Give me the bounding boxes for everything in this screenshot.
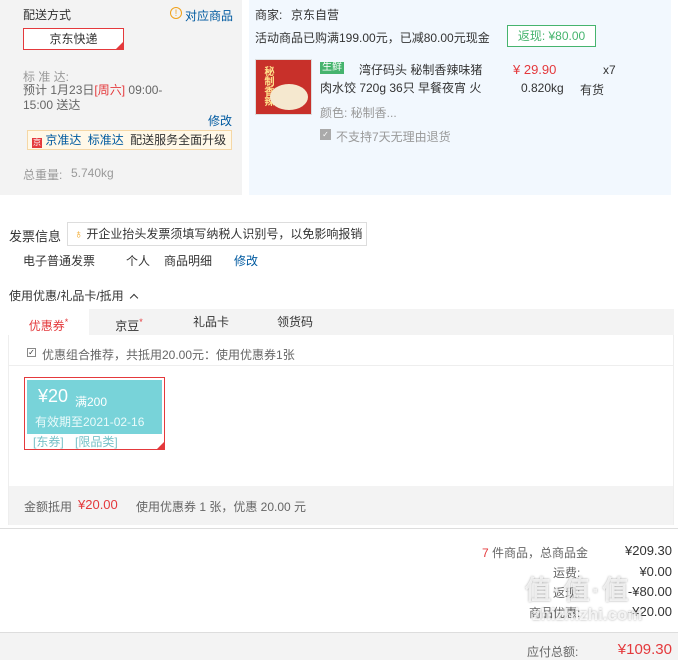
coupon-amount: ¥20	[38, 386, 69, 406]
upgrade-text: 配送服务全面升级	[130, 133, 227, 147]
coupon-condition: 满200	[75, 395, 108, 409]
seller-label: 商家:	[255, 8, 283, 22]
chevron-up-icon	[129, 293, 139, 303]
product-color: 颜色: 秘制香...	[320, 106, 397, 120]
payable-label: 应付总额:	[527, 645, 579, 659]
discount-toggle[interactable]: 使用优惠/礼品卡/抵用	[9, 287, 139, 304]
product-price: ¥ 29.90	[513, 62, 557, 77]
freight-label: 运费:	[553, 566, 581, 580]
deduct-desc: 使用优惠券 1 张，优惠 20.00 元	[136, 500, 307, 514]
freight-value: ¥0.00	[639, 564, 672, 579]
coupon-tag-category: [限品类]	[75, 435, 118, 449]
tab-redeem-code-label: 领货码	[276, 315, 313, 329]
estimate-prefix: 预计	[23, 83, 48, 97]
tab-jingdou[interactable]: 京豆*	[89, 309, 169, 335]
deduct-row: 金额抵用 ¥20.00 使用优惠券 1 张，优惠 20.00 元	[9, 486, 673, 525]
invoice-notice: ♁ 开企业抬头发票须填写纳税人识别号，以免影响报销	[67, 222, 367, 246]
shipping-modify-link[interactable]: 修改	[208, 112, 232, 129]
jzd-icon: 京	[32, 138, 42, 148]
coupon-header: ¥20 满200 有效期至2021-02-16	[27, 380, 162, 434]
combo-checkbox[interactable]: ✓	[27, 348, 36, 357]
payable-value: ¥109.30	[617, 641, 672, 658]
deduct-value: ¥20.00	[78, 497, 118, 512]
jd-express-label: 京东快递	[49, 32, 98, 46]
delivery-time-start: 09:00-	[128, 83, 163, 97]
dumpling-image	[270, 84, 308, 110]
weight-value: 5.740kg	[71, 166, 114, 180]
delivery-weekday: [周六]	[94, 83, 126, 97]
coupon-tag-dongquan: [东券]	[33, 435, 64, 449]
combo-text: 优惠组合推荐，共抵用20.00元：使用优惠券1张	[42, 348, 295, 362]
weight-label: 总重量:	[23, 168, 63, 182]
invoice-type: 电子普通发票	[23, 254, 96, 268]
product-title-line1[interactable]: 湾仔码头 秘制香辣味猪	[359, 61, 482, 78]
tab-redeem-code[interactable]: 领货码	[253, 309, 337, 335]
payable-bar: 应付总额: ¥109.30	[0, 632, 678, 660]
product-weight: 0.820kg	[521, 81, 564, 95]
invoice-title: 发票信息	[9, 229, 62, 244]
jzd-upgrade-banner: 京 京准达 标准达 配送服务全面升级	[27, 130, 232, 150]
promo-text: 活动商品已购满199.00元，已减80.00元现金	[255, 31, 490, 45]
shop-panel: 商家: 京东自营 活动商品已购满199.00元，已减80.00元现金 返现: ¥…	[249, 0, 671, 195]
item-count-label: 件商品，总商品金	[492, 546, 589, 560]
summary-divider	[0, 528, 678, 529]
tab-jingdou-label: 京豆	[115, 319, 140, 333]
delivery-time-end: 15:00 送达	[23, 98, 81, 112]
product-stock: 有货	[580, 83, 605, 97]
discount-tabs: 优惠券* 京豆* 礼品卡 领货码	[8, 309, 674, 335]
item-count-row: 7 件商品，总商品金	[482, 544, 588, 561]
coupon-card[interactable]: ¥20 满200 有效期至2021-02-16 [东券] [限品类]	[24, 377, 165, 450]
fresh-tag: 生鲜	[320, 62, 344, 74]
tab-giftcard[interactable]: 礼品卡	[169, 309, 253, 335]
jd-express-option[interactable]: 京东快递	[23, 28, 124, 50]
no-return-text: 不支持7天无理由退货	[336, 130, 451, 144]
invoice-detail: 商品明细	[164, 254, 213, 268]
product-qty: x7	[603, 63, 616, 77]
delivery-estimate: 预计 1月23日[周六] 09:00- 15:00 送达	[23, 83, 223, 113]
bzd-name: 标准达	[87, 133, 124, 147]
invoice-modify-link[interactable]: 修改	[234, 252, 258, 269]
total-value: ¥209.30	[625, 543, 672, 558]
match-products-link[interactable]: 对应商品	[185, 7, 233, 24]
info-icon: !	[170, 7, 182, 19]
discount-title: 使用优惠/礼品卡/抵用	[9, 289, 124, 303]
selected-corner-icon	[116, 42, 123, 49]
invoice-person: 个人	[126, 254, 151, 268]
delivery-date: 1月23日	[50, 83, 95, 97]
coupon-selected-corner-icon	[157, 442, 164, 449]
deduct-label: 金额抵用	[24, 500, 73, 514]
cashback-label: 返现:	[553, 586, 581, 600]
discount-label: 商品优惠:	[529, 606, 581, 620]
tab-coupons[interactable]: 优惠券*	[8, 309, 89, 335]
cashback-badge: 返现: ¥80.00	[507, 25, 596, 47]
seller-name: 京东自营	[291, 8, 340, 22]
tab-coupons-label: 优惠券	[28, 319, 65, 333]
cashback-value: -¥80.00	[627, 584, 672, 599]
invoice-notice-text: 开企业抬头发票须填写纳税人识别号，以免影响报销	[86, 227, 363, 241]
tab-giftcard-label: 礼品卡	[192, 315, 229, 329]
bulb-icon: ♁	[74, 227, 83, 241]
product-title-line2[interactable]: 肉水饺 720g 36只 早餐夜宵 火	[320, 79, 481, 96]
coupon-expiry: 有效期至2021-02-16	[35, 415, 145, 429]
shipping-title: 配送方式	[23, 8, 72, 22]
product-thumbnail[interactable]: 秘制香辣	[255, 59, 312, 115]
shipping-panel: 配送方式 ! 对应商品 京东快递 标 准 达: 预计 1月23日[周六] 09:…	[0, 0, 242, 195]
jzd-name: 京准达	[45, 133, 82, 147]
discount-value: -¥20.00	[627, 604, 672, 619]
no-return-icon: ✓	[320, 129, 331, 140]
item-count: 7	[482, 546, 489, 560]
